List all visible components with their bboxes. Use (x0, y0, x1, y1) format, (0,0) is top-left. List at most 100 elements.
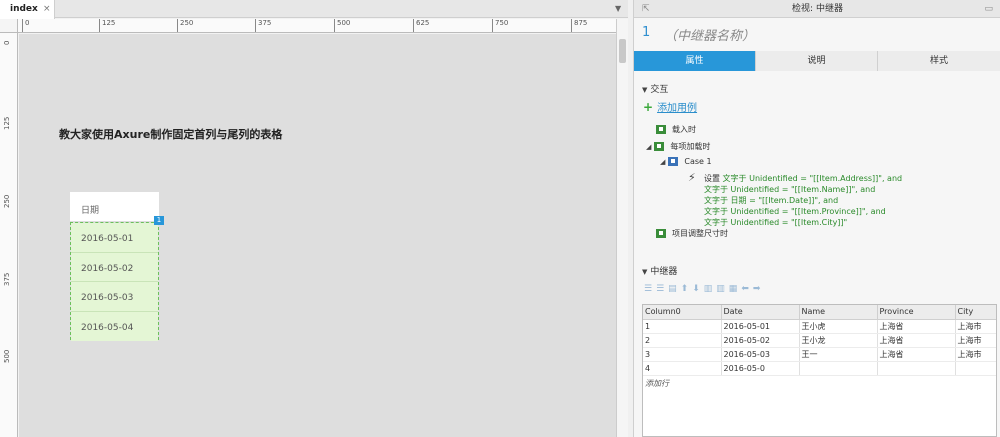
repeater-row[interactable]: 2016-05-02 (71, 252, 158, 282)
arrow-left-icon[interactable]: ⬅ (741, 284, 753, 294)
insert-row-below-icon[interactable]: ☰ (656, 284, 668, 294)
editor-pane: index × ▼ 0 125 250 375 500 625 750 875 … (0, 0, 628, 437)
table-cell[interactable]: 2016-05-02 (721, 333, 800, 348)
pin-icon[interactable]: ⇱ (642, 0, 650, 18)
table-cell[interactable] (955, 361, 996, 376)
action-text[interactable]: 设置 文字于 Unidentified = "[[Item.Address]]"… (704, 173, 902, 228)
column-header[interactable]: Column0 (643, 305, 722, 320)
page-title[interactable]: 教大家使用Axure制作固定首列与尾列的表格 (59, 126, 282, 142)
case-item[interactable]: ◢ Case 1 (660, 157, 712, 166)
scrollbar[interactable] (616, 19, 628, 437)
event-label: 载入时 (672, 125, 696, 134)
event-onload[interactable]: 载入时 (656, 124, 696, 135)
table-cell[interactable]: 2016-05-0 (721, 361, 800, 376)
tab-label: index (10, 4, 38, 14)
inspector-panel: ⇱ 检视: 中继器 ▭ 1 （中继器名称） 属性 说明 样式 ▼ 交互 + 添加用例… (633, 0, 1000, 437)
expand-icon[interactable]: ◢ (646, 143, 651, 151)
interaction-section-header[interactable]: ▼ 交互 (642, 82, 668, 95)
delete-row-icon[interactable]: ▤ (668, 284, 681, 294)
inspector-header: ⇱ 检视: 中继器 ▭ (634, 0, 1000, 18)
design-canvas[interactable]: 教大家使用Axure制作固定首列与尾列的表格 日期 2016-05-01 201… (19, 34, 616, 437)
table-cell[interactable]: 上海省 (877, 333, 956, 348)
ruler-label: 0 (3, 40, 11, 45)
section-label: 交互 (650, 85, 669, 95)
column-header[interactable]: City (955, 305, 996, 320)
close-icon[interactable]: × (43, 4, 51, 14)
event-onresize[interactable]: 项目调整尺寸时 (656, 228, 728, 239)
ruler-corner (0, 19, 18, 33)
event-onitemload[interactable]: ◢ 每项加载时 (646, 141, 710, 152)
table-cell[interactable]: 上海市 (955, 333, 996, 348)
tab-notes[interactable]: 说明 (756, 51, 878, 71)
insert-column-icon[interactable]: ▥ (704, 284, 717, 294)
table-cell[interactable]: 1 (643, 319, 722, 334)
ruler-label: 875 (571, 19, 587, 32)
case-icon (668, 157, 679, 166)
minimize-icon[interactable]: ▭ (984, 0, 993, 18)
tab-index[interactable]: index × (0, 0, 55, 19)
vertical-ruler: 0 125 250 375 500 (0, 33, 18, 437)
add-case-link[interactable]: + 添加用例 (643, 99, 697, 114)
table-cell[interactable]: 2016-05-03 (721, 347, 800, 362)
section-label: 中继器 (650, 267, 678, 277)
event-icon (654, 142, 665, 151)
arrow-down-icon[interactable]: ⬇ (692, 284, 704, 294)
insert-row-icon[interactable]: ☰ (644, 284, 656, 294)
ruler-label: 750 (492, 19, 508, 32)
table-cell[interactable]: 上海市 (955, 347, 996, 362)
table-cell[interactable]: 4 (643, 361, 722, 376)
tab-properties[interactable]: 属性 (634, 51, 756, 71)
delete-column-icon[interactable]: ▦ (729, 284, 742, 294)
widget-name-field[interactable]: （中继器名称） (664, 25, 755, 44)
repeater-row[interactable]: 2016-05-01 (71, 223, 158, 253)
table-row[interactable]: 3 2016-05-03 王一 上海省 上海市 (643, 347, 996, 362)
repeater-row[interactable]: 2016-05-03 (71, 282, 158, 312)
table-row[interactable]: 2 2016-05-02 王小龙 上海省 上海市 (643, 333, 996, 348)
repeater-row[interactable]: 2016-05-04 (71, 311, 158, 341)
table-cell[interactable] (877, 361, 956, 376)
column-header[interactable]: Province (877, 305, 956, 320)
horizontal-ruler: 0 125 250 375 500 625 750 875 (18, 19, 616, 33)
date-column-header[interactable]: 日期 (70, 192, 159, 221)
action-line: 文字于 Unidentified = "[[Item.City]]" (704, 218, 848, 227)
chevron-down-icon: ▼ (642, 86, 648, 94)
action-line: 文字于 Unidentified = "[[Item.Name]]", and (704, 185, 876, 194)
table-cell[interactable]: 上海省 (877, 347, 956, 362)
arrow-right-icon[interactable]: ➡ (753, 284, 765, 294)
table-cell[interactable]: 王小龙 (799, 333, 878, 348)
table-cell[interactable]: 上海省 (877, 319, 956, 334)
table-row[interactable]: 1 2016-05-01 王小虎 上海省 上海市 (643, 319, 996, 334)
table-cell[interactable]: 2016-05-01 (721, 319, 800, 334)
table-cell[interactable]: 王一 (799, 347, 878, 362)
ruler-label: 375 (3, 272, 11, 286)
add-row-button[interactable]: 添加行 (643, 376, 996, 391)
insert-column-right-icon[interactable]: ▥ (716, 284, 729, 294)
ruler-label: 500 (3, 349, 11, 363)
ruler-label: 625 (413, 19, 429, 32)
inspector-title: 检视: 中继器 (792, 4, 843, 14)
document-tab-bar: index × ▼ (0, 0, 628, 19)
column-header[interactable]: Date (721, 305, 800, 320)
event-label: 项目调整尺寸时 (672, 229, 728, 238)
ruler-label: 375 (255, 19, 271, 32)
tab-style[interactable]: 样式 (878, 51, 1000, 71)
column-header[interactable]: Name (799, 305, 878, 320)
scrollbar-thumb[interactable] (619, 39, 626, 63)
dataset-table[interactable]: Column0 Date Name Province City 1 2016-0… (642, 304, 997, 437)
table-cell[interactable] (799, 361, 878, 376)
repeater-widget[interactable]: 2016-05-01 2016-05-02 2016-05-03 2016-05… (70, 222, 159, 341)
expand-icon[interactable]: ◢ (660, 158, 665, 166)
table-cell[interactable]: 王小虎 (799, 319, 878, 334)
dataset-toolbar: ☰☰▤⬆⬇▥▥▦⬅➡ (644, 284, 764, 294)
repeater-section-header[interactable]: ▼ 中继器 (642, 264, 677, 277)
table-cell[interactable]: 上海市 (955, 319, 996, 334)
widget-number: 1 (642, 25, 651, 40)
table-row[interactable]: 4 2016-05-0 (643, 361, 996, 376)
arrow-up-icon[interactable]: ⬆ (681, 284, 693, 294)
table-cell[interactable]: 2 (643, 333, 722, 348)
ruler-label: 250 (3, 194, 11, 208)
chevron-down-icon[interactable]: ▼ (615, 4, 621, 13)
table-cell[interactable]: 3 (643, 347, 722, 362)
action-line: 文字于 Unidentified = "[[Item.Address]]", a… (722, 174, 903, 183)
plus-icon: + (643, 100, 654, 114)
